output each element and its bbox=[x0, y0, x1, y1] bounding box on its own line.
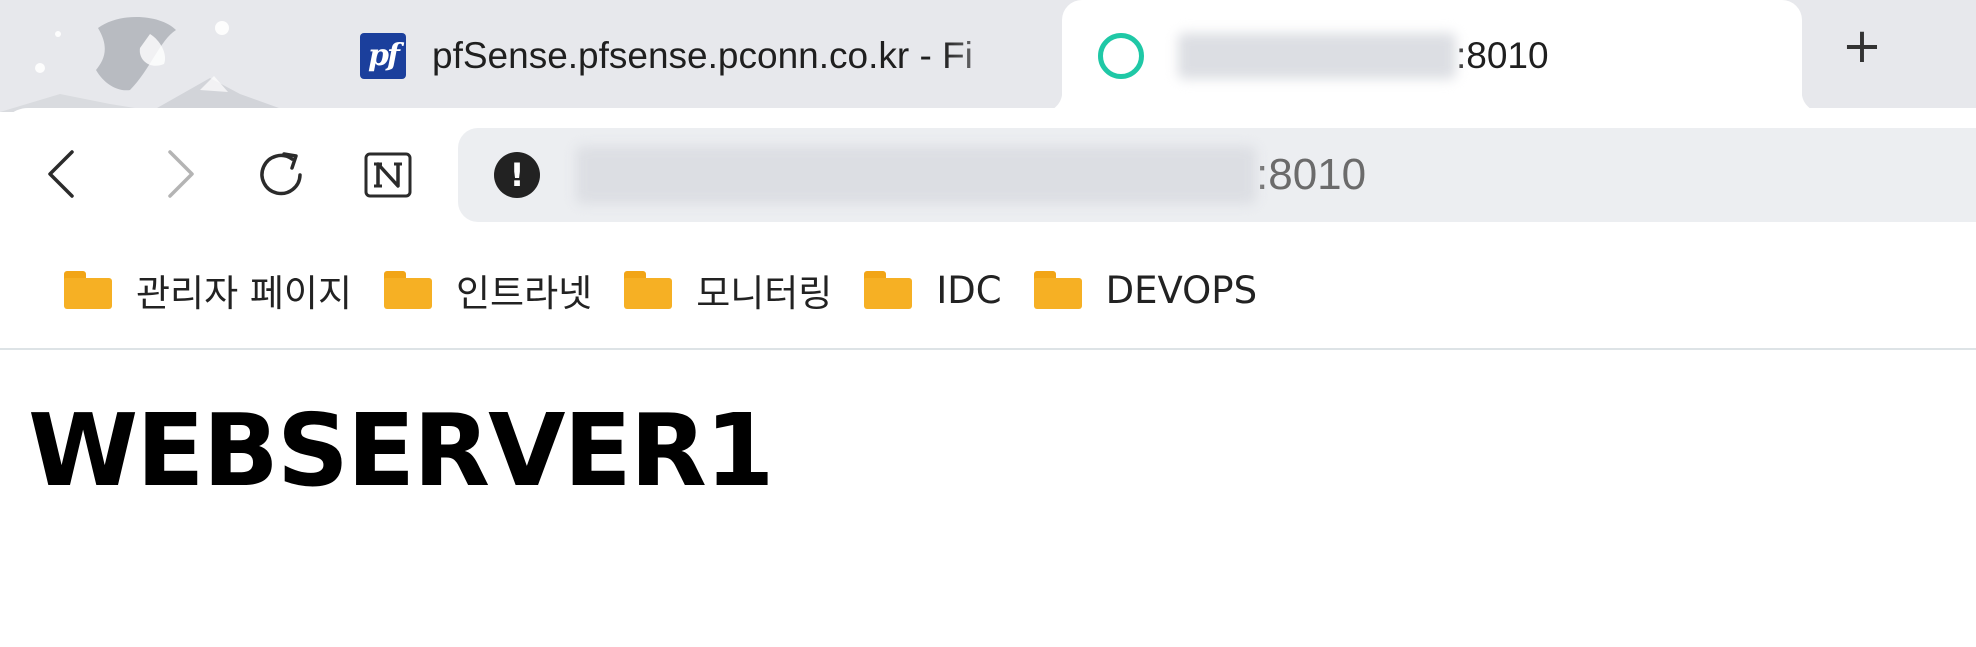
forward-button[interactable] bbox=[148, 144, 208, 204]
tab-title-port: :8010 bbox=[1456, 35, 1549, 76]
info-icon[interactable]: ! bbox=[494, 152, 540, 198]
bookmark-label: DEVOPS bbox=[1105, 268, 1258, 312]
bookmark-folder-devops[interactable]: DEVOPS bbox=[1033, 268, 1258, 312]
bookmark-label: 모니터링 bbox=[696, 272, 833, 315]
folder-icon bbox=[64, 271, 112, 309]
notion-extension-button[interactable] bbox=[358, 144, 418, 204]
tab-webserver[interactable]: :8010 bbox=[1042, 0, 1822, 112]
pfsense-logo-icon: pf bbox=[360, 33, 406, 79]
bookmark-folder-monitoring[interactable]: 모니터링 bbox=[624, 263, 832, 317]
url-text: :8010 bbox=[576, 146, 1366, 204]
tab-title-active: :8010 bbox=[1178, 33, 1549, 79]
address-bar[interactable]: ! :8010 bbox=[458, 128, 1976, 222]
bookmarks-bar: 관리자 페이지 인트라넷 모니터링 IDC DEVOPS bbox=[0, 232, 1976, 350]
folder-icon bbox=[624, 271, 673, 309]
folder-icon bbox=[864, 271, 913, 309]
redacted-host bbox=[1178, 33, 1456, 79]
folder-icon bbox=[1033, 271, 1082, 309]
tab-title: pfSense.pfsense.pconn.co.kr - Fi bbox=[432, 35, 973, 76]
bookmark-label: 인트라넷 bbox=[456, 272, 593, 315]
url-port: :8010 bbox=[1256, 150, 1367, 199]
back-button[interactable] bbox=[34, 144, 94, 204]
redacted-url bbox=[576, 146, 1256, 204]
reload-icon bbox=[260, 152, 302, 196]
page-content: WEBSERVER1 bbox=[0, 352, 1976, 647]
bookmark-label: IDC bbox=[936, 268, 1002, 312]
bookmark-folder-admin[interactable]: 관리자 페이지 bbox=[64, 263, 352, 317]
tab-strip: pf pfSense.pfsense.pconn.co.kr - Fi :801… bbox=[0, 0, 1976, 112]
bookmark-folder-idc[interactable]: IDC bbox=[864, 268, 1002, 312]
page-heading: WEBSERVER1 bbox=[28, 392, 774, 509]
new-tab-button[interactable]: + bbox=[1836, 20, 1888, 72]
folder-icon bbox=[384, 271, 433, 309]
toolbar: ! :8010 bbox=[0, 108, 1976, 232]
bookmark-label: 관리자 페이지 bbox=[136, 272, 353, 315]
notion-icon bbox=[364, 152, 412, 198]
theme-decoration bbox=[0, 16, 290, 112]
reload-button[interactable] bbox=[252, 144, 312, 204]
loading-ring-icon bbox=[1098, 33, 1144, 79]
chevron-left-icon bbox=[48, 150, 74, 198]
tab-pfsense[interactable]: pf pfSense.pfsense.pconn.co.kr - Fi bbox=[340, 0, 1040, 112]
chevron-right-icon bbox=[168, 150, 194, 198]
bookmark-folder-intranet[interactable]: 인트라넷 bbox=[384, 263, 592, 317]
